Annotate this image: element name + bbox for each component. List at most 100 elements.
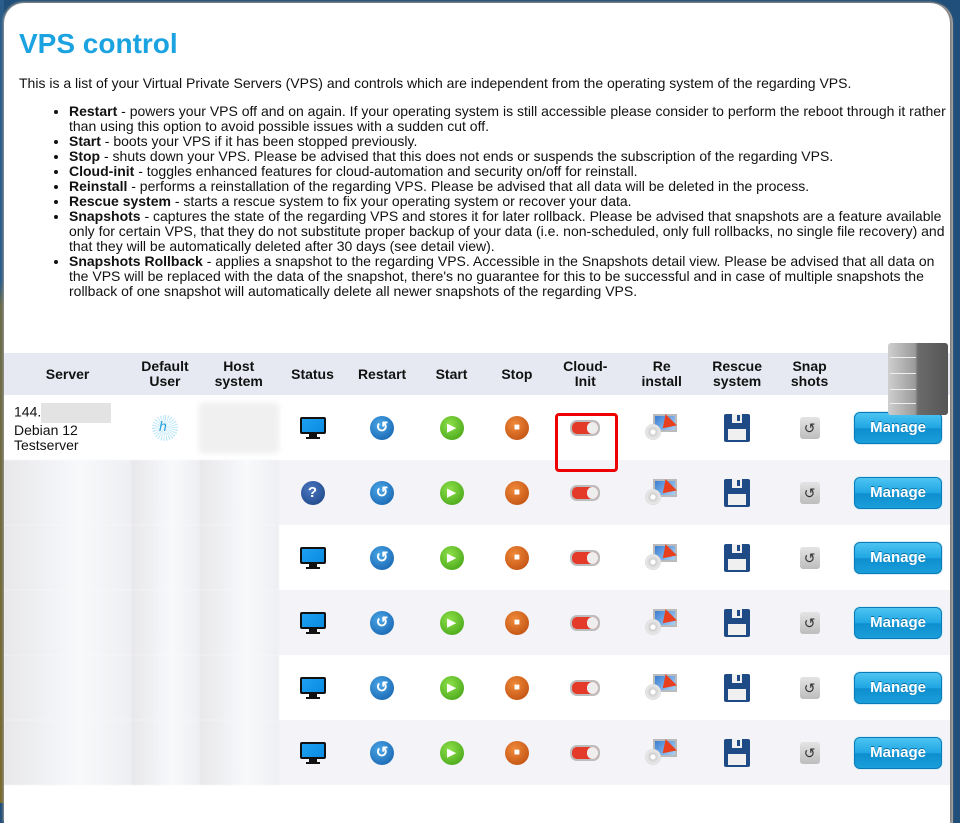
feature-item: Restart - powers your VPS off and on aga… bbox=[69, 104, 949, 134]
play-icon[interactable]: ▶ bbox=[439, 480, 464, 505]
restart-icon[interactable]: ↺ bbox=[370, 480, 395, 505]
snapshot-history-icon[interactable]: ↺ bbox=[799, 481, 820, 504]
restart-icon[interactable]: ↺ bbox=[370, 740, 395, 765]
header-reinstall: Re install bbox=[622, 353, 702, 395]
reinstall-cell bbox=[622, 460, 702, 525]
snapshot-history-icon[interactable]: ↺ bbox=[799, 416, 820, 439]
cloud-init-toggle[interactable] bbox=[570, 745, 601, 762]
snapshot-history-icon[interactable]: ↺ bbox=[799, 676, 820, 699]
feature-name: Stop bbox=[69, 148, 101, 164]
monitor-icon[interactable] bbox=[299, 545, 326, 571]
floppy-disk-icon[interactable] bbox=[724, 608, 751, 637]
monitor-icon[interactable] bbox=[299, 415, 326, 441]
manage-button[interactable]: Manage bbox=[854, 606, 943, 639]
manage-cell: Manage bbox=[846, 525, 950, 590]
feature-name: Cloud-init bbox=[69, 163, 135, 179]
table-header-row: Server Default User Host system Status Res… bbox=[4, 353, 950, 395]
header-line: Re bbox=[652, 358, 671, 374]
start-cell: ▶ bbox=[417, 590, 486, 655]
restart-icon[interactable]: ↺ bbox=[370, 415, 395, 440]
cloud-init-toggle[interactable] bbox=[570, 680, 601, 697]
header-rescue: Rescue system bbox=[701, 353, 773, 395]
toggle-knob bbox=[587, 617, 599, 630]
restart-icon[interactable]: ↺ bbox=[370, 610, 395, 635]
manage-button[interactable]: Manage bbox=[854, 411, 943, 444]
floppy-disk-icon[interactable] bbox=[724, 673, 751, 702]
stop-cell: ■ bbox=[485, 525, 549, 590]
header-line: Cloud- bbox=[563, 358, 608, 374]
reinstall-cell bbox=[622, 720, 702, 785]
reinstall-icon[interactable] bbox=[644, 608, 679, 637]
stop-icon[interactable]: ■ bbox=[504, 610, 529, 635]
default-user-cell bbox=[131, 395, 199, 460]
ip-redacted bbox=[41, 402, 112, 423]
reinstall-icon[interactable] bbox=[644, 673, 679, 702]
monitor-icon[interactable] bbox=[299, 740, 326, 766]
stop-icon[interactable]: ■ bbox=[504, 740, 529, 765]
reinstall-icon[interactable] bbox=[644, 738, 679, 767]
floppy-disk-icon[interactable] bbox=[724, 413, 751, 442]
manage-button[interactable]: Manage bbox=[854, 541, 943, 574]
cloud-init-cell bbox=[548, 655, 623, 720]
manage-cell: Manage bbox=[846, 720, 950, 785]
server-name: Testserver bbox=[14, 436, 79, 453]
header-snapshots: Snap shots bbox=[772, 353, 847, 395]
restart-icon[interactable]: ↺ bbox=[370, 545, 395, 570]
floppy-disk-icon[interactable] bbox=[724, 543, 751, 572]
snapshots-cell: ↺ bbox=[772, 460, 847, 525]
reinstall-icon[interactable] bbox=[644, 413, 679, 442]
feature-item: Reinstall - performs a reinstallation of… bbox=[69, 179, 949, 194]
snapshot-history-icon[interactable]: ↺ bbox=[799, 611, 820, 634]
header-start: Start bbox=[417, 353, 486, 395]
user-avatar-icon bbox=[151, 414, 178, 441]
reinstall-cell bbox=[622, 395, 702, 460]
stop-icon[interactable]: ■ bbox=[504, 480, 529, 505]
reinstall-icon[interactable] bbox=[644, 478, 679, 507]
rack-slot bbox=[890, 373, 916, 374]
cloud-init-toggle[interactable] bbox=[570, 420, 601, 437]
manage-cell: Manage bbox=[846, 590, 950, 655]
cloud-init-toggle[interactable] bbox=[570, 485, 601, 502]
manage-button[interactable]: Manage bbox=[854, 736, 943, 769]
floppy-disk-icon[interactable] bbox=[724, 738, 751, 767]
cloud-init-toggle[interactable] bbox=[570, 550, 601, 567]
stop-icon[interactable]: ■ bbox=[504, 415, 529, 440]
play-icon[interactable]: ▶ bbox=[439, 610, 464, 635]
manage-button[interactable]: Manage bbox=[854, 476, 943, 509]
header-line: Host bbox=[223, 358, 255, 374]
reinstall-icon[interactable] bbox=[644, 543, 679, 572]
table-row: ↺ ▶ ■ ↺ Manage bbox=[4, 655, 950, 720]
feature-name: Reinstall bbox=[69, 178, 128, 194]
rescue-cell bbox=[701, 720, 773, 785]
manage-cell: Manage bbox=[846, 655, 950, 720]
play-icon[interactable]: ▶ bbox=[439, 415, 464, 440]
monitor-icon[interactable] bbox=[299, 610, 326, 636]
play-icon[interactable]: ▶ bbox=[439, 675, 464, 700]
feature-item: Start - boots your VPS if it has been st… bbox=[69, 134, 949, 149]
monitor-icon[interactable] bbox=[299, 675, 326, 701]
snapshot-history-icon[interactable]: ↺ bbox=[799, 741, 820, 764]
snapshot-history-icon[interactable]: ↺ bbox=[799, 546, 820, 569]
default-user-cell-redacted bbox=[131, 460, 199, 525]
host-system-cell-redacted bbox=[198, 525, 279, 590]
question-icon[interactable]: ? bbox=[300, 480, 325, 505]
intro-text: This is a list of your Virtual Private S… bbox=[19, 75, 852, 91]
status-cell bbox=[278, 395, 347, 460]
stop-icon[interactable]: ■ bbox=[504, 545, 529, 570]
restart-cell: ↺ bbox=[346, 395, 418, 460]
header-cloud-init: Cloud- Init bbox=[548, 353, 623, 395]
cloud-init-toggle[interactable] bbox=[570, 615, 601, 632]
feature-item: Rescue system - starts a rescue system t… bbox=[69, 194, 949, 209]
host-redacted bbox=[198, 402, 279, 453]
play-icon[interactable]: ▶ bbox=[439, 740, 464, 765]
manage-button[interactable]: Manage bbox=[854, 671, 943, 704]
play-icon[interactable]: ▶ bbox=[439, 545, 464, 570]
reinstall-cell bbox=[622, 590, 702, 655]
header-line: Rescue bbox=[712, 358, 763, 374]
default-user-cell-redacted bbox=[131, 525, 199, 590]
stop-icon[interactable]: ■ bbox=[504, 675, 529, 700]
server-cell-redacted bbox=[4, 655, 132, 720]
floppy-disk-icon[interactable] bbox=[724, 478, 751, 507]
restart-icon[interactable]: ↺ bbox=[370, 675, 395, 700]
toggle-knob bbox=[587, 487, 599, 500]
